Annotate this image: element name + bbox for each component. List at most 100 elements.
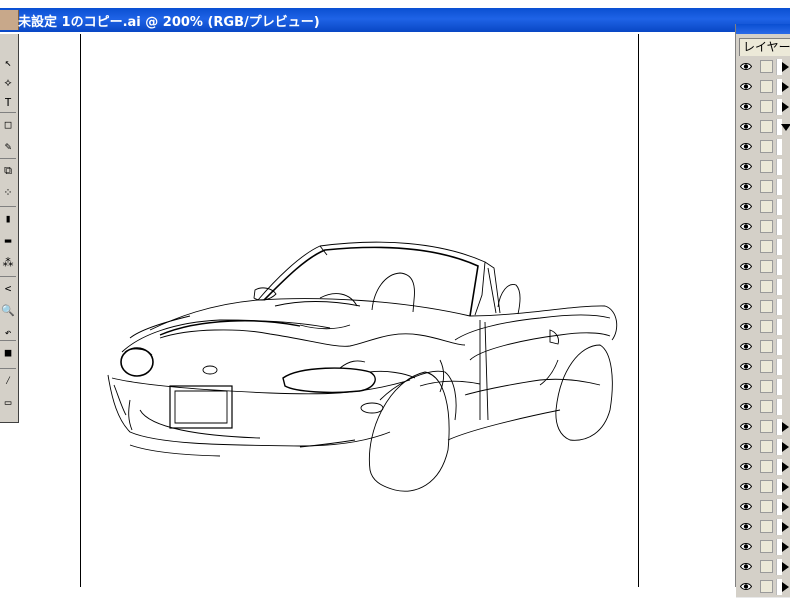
visibility-eye-icon[interactable] bbox=[740, 422, 752, 431]
layer-row[interactable] bbox=[736, 297, 790, 318]
triangle-right-icon[interactable] bbox=[782, 102, 789, 112]
visibility-eye-icon[interactable] bbox=[740, 242, 752, 251]
visibility-eye-icon[interactable] bbox=[740, 562, 752, 571]
triangle-right-icon[interactable] bbox=[782, 422, 789, 432]
screen-mode-icon[interactable]: ▭ bbox=[0, 394, 16, 412]
lock-toggle[interactable] bbox=[760, 280, 773, 293]
lock-toggle[interactable] bbox=[760, 500, 773, 513]
visibility-eye-icon[interactable] bbox=[740, 102, 752, 111]
visibility-eye-icon[interactable] bbox=[740, 162, 752, 171]
visibility-eye-icon[interactable] bbox=[740, 462, 752, 471]
lock-toggle[interactable] bbox=[760, 420, 773, 433]
triangle-right-icon[interactable] bbox=[782, 582, 789, 592]
visibility-eye-icon[interactable] bbox=[740, 342, 752, 351]
visibility-eye-icon[interactable] bbox=[740, 302, 752, 311]
lock-toggle[interactable] bbox=[760, 460, 773, 473]
layer-row[interactable] bbox=[736, 497, 790, 518]
lock-toggle[interactable] bbox=[760, 100, 773, 113]
layer-row[interactable] bbox=[736, 377, 790, 398]
lock-toggle[interactable] bbox=[760, 380, 773, 393]
layer-row[interactable] bbox=[736, 137, 790, 158]
lock-toggle[interactable] bbox=[760, 440, 773, 453]
layer-row[interactable] bbox=[736, 517, 790, 538]
visibility-eye-icon[interactable] bbox=[740, 382, 752, 391]
layer-row[interactable] bbox=[736, 557, 790, 578]
layer-row[interactable] bbox=[736, 397, 790, 418]
none-color-icon[interactable]: ⁄ bbox=[0, 372, 16, 390]
lock-toggle[interactable] bbox=[760, 520, 773, 533]
visibility-eye-icon[interactable] bbox=[740, 542, 752, 551]
layer-row[interactable] bbox=[736, 217, 790, 238]
lock-toggle[interactable] bbox=[760, 240, 773, 253]
lock-toggle[interactable] bbox=[760, 340, 773, 353]
layer-row[interactable] bbox=[736, 537, 790, 558]
triangle-down-icon[interactable] bbox=[781, 124, 790, 131]
slice-icon[interactable]: < bbox=[0, 280, 16, 298]
lock-toggle[interactable] bbox=[760, 140, 773, 153]
triangle-right-icon[interactable] bbox=[782, 462, 789, 472]
visibility-eye-icon[interactable] bbox=[740, 282, 752, 291]
layer-row[interactable] bbox=[736, 317, 790, 338]
car-line-art[interactable] bbox=[0, 34, 735, 587]
layer-row[interactable] bbox=[736, 437, 790, 458]
magic-wand-icon[interactable]: ⟡ bbox=[0, 74, 16, 92]
document-title-bar[interactable]: 未設定 1のコピー.ai @ 200% (RGB/プレビュー) bbox=[0, 0, 790, 34]
visibility-eye-icon[interactable] bbox=[740, 182, 752, 191]
visibility-eye-icon[interactable] bbox=[740, 522, 752, 531]
lock-toggle[interactable] bbox=[760, 360, 773, 373]
lock-toggle[interactable] bbox=[760, 160, 773, 173]
lock-toggle[interactable] bbox=[760, 200, 773, 213]
direct-select-icon[interactable]: ↖ bbox=[0, 54, 16, 72]
layer-row[interactable] bbox=[736, 337, 790, 358]
layer-row[interactable] bbox=[736, 277, 790, 298]
graph-icon[interactable]: ▮ bbox=[0, 210, 16, 228]
lock-toggle[interactable] bbox=[760, 320, 773, 333]
layer-row[interactable] bbox=[736, 577, 790, 598]
gradient-icon[interactable]: ▬ bbox=[0, 232, 16, 250]
layer-row[interactable] bbox=[736, 97, 790, 118]
visibility-eye-icon[interactable] bbox=[740, 482, 752, 491]
triangle-right-icon[interactable] bbox=[782, 62, 789, 72]
layer-row[interactable] bbox=[736, 77, 790, 98]
layer-row[interactable] bbox=[736, 197, 790, 218]
lock-toggle[interactable] bbox=[760, 80, 773, 93]
visibility-eye-icon[interactable] bbox=[740, 322, 752, 331]
layer-row[interactable] bbox=[736, 117, 790, 138]
visibility-eye-icon[interactable] bbox=[740, 442, 752, 451]
triangle-right-icon[interactable] bbox=[782, 542, 789, 552]
triangle-right-icon[interactable] bbox=[782, 482, 789, 492]
layer-row[interactable] bbox=[736, 457, 790, 478]
triangle-right-icon[interactable] bbox=[782, 522, 789, 532]
zoom-icon[interactable]: 🔍 bbox=[0, 302, 16, 320]
visibility-eye-icon[interactable] bbox=[740, 62, 752, 71]
rectangle-icon[interactable]: □ bbox=[0, 116, 16, 134]
layer-row[interactable] bbox=[736, 257, 790, 278]
lock-toggle[interactable] bbox=[760, 120, 773, 133]
lock-toggle[interactable] bbox=[760, 260, 773, 273]
layer-row[interactable] bbox=[736, 157, 790, 178]
lock-toggle[interactable] bbox=[760, 480, 773, 493]
layer-row[interactable] bbox=[736, 177, 790, 198]
lock-toggle[interactable] bbox=[760, 180, 773, 193]
triangle-right-icon[interactable] bbox=[782, 562, 789, 572]
visibility-eye-icon[interactable] bbox=[740, 202, 752, 211]
lock-toggle[interactable] bbox=[760, 220, 773, 233]
visibility-eye-icon[interactable] bbox=[740, 142, 752, 151]
layer-row[interactable] bbox=[736, 237, 790, 258]
lock-toggle[interactable] bbox=[760, 540, 773, 553]
free-transform-icon[interactable]: ⁘ bbox=[0, 184, 16, 202]
fill-stroke-icon[interactable]: ■ bbox=[0, 344, 16, 362]
lock-toggle[interactable] bbox=[760, 60, 773, 73]
visibility-eye-icon[interactable] bbox=[740, 362, 752, 371]
layers-panel-titlebar[interactable] bbox=[736, 24, 790, 34]
visibility-eye-icon[interactable] bbox=[740, 222, 752, 231]
pencil-icon[interactable]: ✎ bbox=[0, 138, 16, 156]
symbol-sprayer-icon[interactable]: ⁂ bbox=[0, 254, 16, 272]
tab-layers[interactable]: レイヤー bbox=[739, 38, 790, 56]
layer-row[interactable] bbox=[736, 57, 790, 78]
layer-row[interactable] bbox=[736, 357, 790, 378]
layer-row[interactable] bbox=[736, 477, 790, 498]
triangle-right-icon[interactable] bbox=[782, 502, 789, 512]
triangle-right-icon[interactable] bbox=[782, 82, 789, 92]
canvas-area[interactable] bbox=[0, 34, 735, 587]
